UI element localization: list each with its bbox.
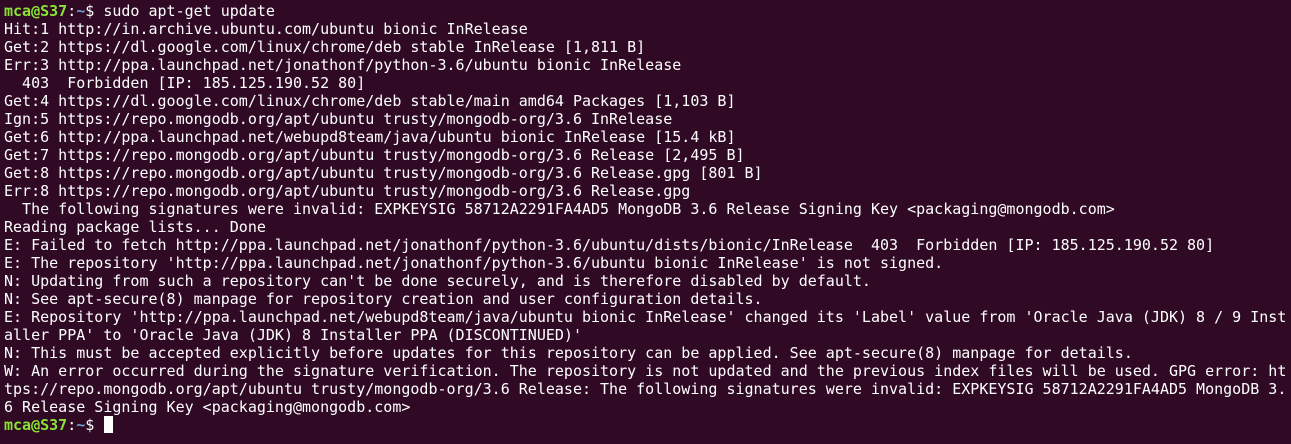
- output-line: The following signatures were invalid: E…: [4, 200, 1115, 218]
- output-line: Err:3 http://ppa.launchpad.net/jonathonf…: [4, 56, 682, 74]
- output-line: E: Repository 'http://ppa.launchpad.net/…: [4, 308, 1287, 326]
- output-line: W: An error occurred during the signatur…: [4, 362, 1287, 380]
- output-line: Hit:1 http://in.archive.ubuntu.com/ubunt…: [4, 20, 528, 38]
- prompt-user-host: mca@S37: [4, 2, 68, 20]
- prompt-symbol: $: [85, 2, 104, 20]
- output-line: Get:8 https://repo.mongodb.org/apt/ubunt…: [4, 164, 763, 182]
- output-line: Get:2 https://dl.google.com/linux/chrome…: [4, 38, 646, 56]
- output-line: N: See apt-secure(8) manpage for reposit…: [4, 290, 763, 308]
- output-line: E: Failed to fetch http://ppa.launchpad.…: [4, 236, 1215, 254]
- output-line: N: This must be accepted explicitly befo…: [4, 344, 1133, 362]
- prompt-path: ~: [76, 416, 86, 434]
- command-text: sudo apt-get update: [103, 2, 275, 20]
- output-line: E: The repository 'http://ppa.launchpad.…: [4, 254, 944, 272]
- output-line: aller PPA' to 'Oracle Java (JDK) 8 Insta…: [4, 326, 582, 344]
- output-line: Get:7 https://repo.mongodb.org/apt/ubunt…: [4, 146, 745, 164]
- output-line: Err:8 https://repo.mongodb.org/apt/ubunt…: [4, 182, 691, 200]
- prompt-path: ~: [76, 2, 86, 20]
- prompt-line[interactable]: mca@S37:~$: [4, 416, 1291, 434]
- output-line: Get:6 http://ppa.launchpad.net/webupd8te…: [4, 128, 736, 146]
- output-line: Get:4 https://dl.google.com/linux/chrome…: [4, 92, 736, 110]
- prompt-line: mca@S37:~$ sudo apt-get update: [4, 2, 1291, 20]
- prompt-symbol: $: [85, 416, 104, 434]
- output-line: N: Updating from such a repository can't…: [4, 272, 871, 290]
- prompt-user-host: mca@S37: [4, 416, 68, 434]
- output-line: 6 Release Signing Key <packaging@mongodb…: [4, 398, 411, 416]
- output-line: Reading package lists... Done: [4, 218, 266, 236]
- output-line: tps://repo.mongodb.org/apt/ubuntu trusty…: [4, 380, 1287, 398]
- output-line: Ign:5 https://repo.mongodb.org/apt/ubunt…: [4, 110, 673, 128]
- prompt-separator: :: [67, 2, 77, 20]
- output-line: 403 Forbidden [IP: 185.125.190.52 80]: [4, 74, 366, 92]
- text-cursor[interactable]: [104, 416, 114, 433]
- prompt-separator: :: [67, 416, 77, 434]
- terminal-window[interactable]: mca@S37:~$ sudo apt-get update Hit:1 htt…: [0, 0, 1291, 444]
